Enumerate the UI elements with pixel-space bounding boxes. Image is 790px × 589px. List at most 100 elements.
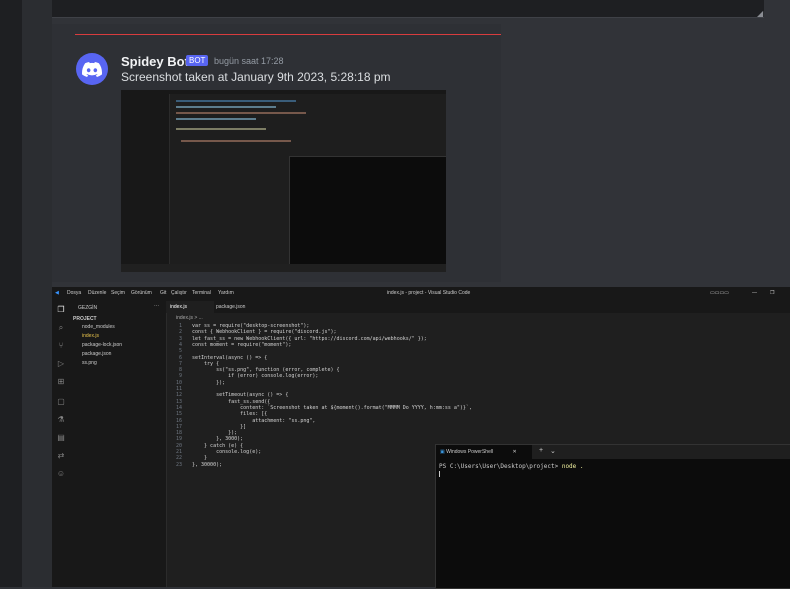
code-line: }); — [192, 379, 226, 386]
title-bar: ◀ Dosya Düzenle Seçim Görünüm Git Çalışt… — [52, 287, 790, 302]
code-line: var ss = require("desktop-screenshot"); — [192, 323, 310, 329]
terminal-tab-title: Windows PowerShell — [446, 449, 494, 455]
prompt-text: PS C:\Users\User\Desktop\project> — [439, 463, 562, 470]
maximize-icon[interactable]: ❐ — [770, 290, 774, 296]
menu-go[interactable]: Git — [160, 290, 166, 296]
code-line: let fast_ss = new WebhookClient({ url: "… — [192, 335, 427, 342]
tab-index-js[interactable]: index.js — [166, 301, 214, 313]
tab-package-json[interactable]: package.json — [212, 301, 264, 313]
line-number: 21 — [175, 449, 182, 455]
line-number: 10 — [175, 379, 182, 386]
testing-icon[interactable]: ⚗ — [56, 415, 66, 425]
bot-badge: BOT — [186, 55, 209, 66]
code-line: const { WebhookClient } = require("disco… — [192, 329, 337, 336]
username[interactable]: Spidey Bot — [121, 54, 189, 69]
line-number: 8 — [178, 367, 182, 374]
command-text: node . — [561, 463, 584, 470]
dropdown-icon[interactable]: ⌄ — [550, 447, 556, 455]
new-tab-icon[interactable]: + — [539, 447, 543, 454]
code-line: console.log(e); — [192, 449, 262, 455]
line-number: 16 — [175, 417, 182, 424]
search-icon[interactable]: ⌕ — [56, 323, 66, 333]
menu-selection[interactable]: Seçim — [111, 290, 125, 296]
file-node-modules[interactable]: node_modules — [82, 324, 115, 330]
new-messages-divider — [75, 34, 501, 35]
menu-help[interactable]: Yardım — [218, 290, 234, 296]
extensions-icon[interactable]: ⊞ — [56, 377, 66, 387]
terminal-tab-bar: ▣ Windows PowerShell ✕ + ⌄ — [436, 445, 790, 459]
menu-edit[interactable]: Düzenle — [88, 290, 106, 296]
editor-tabs: index.js package.json — [166, 301, 790, 313]
minimize-icon[interactable]: — — [752, 290, 757, 296]
line-number: 7 — [178, 360, 182, 367]
file-ss-png[interactable]: ss.png — [82, 360, 97, 366]
terminal-tab[interactable]: ▣ Windows PowerShell ✕ — [436, 445, 532, 459]
powershell-icon: ▣ — [440, 449, 445, 455]
message-text: Screenshot taken at January 9th 2023, 5:… — [121, 70, 391, 84]
line-number: 12 — [175, 392, 182, 399]
source-control-icon[interactable]: ⑂ — [56, 341, 66, 351]
run-debug-icon[interactable]: ▷ — [56, 359, 66, 369]
code-line: try { — [192, 360, 220, 367]
file-index-js[interactable]: index.js — [82, 333, 99, 339]
project-folder[interactable]: PROJECT — [73, 316, 97, 322]
line-number: 23 — [175, 461, 182, 468]
share-icon[interactable]: ⇄ — [56, 451, 66, 461]
menu-view[interactable]: Görünüm — [131, 290, 152, 296]
code-line: ss("ss.png", function (error, complete) … — [192, 367, 340, 374]
docker-icon[interactable]: ▤ — [56, 433, 66, 443]
line-number: 9 — [178, 373, 182, 380]
line-number: 11 — [175, 386, 182, 392]
code-line: }] — [192, 423, 247, 430]
channel-sidebar-edge — [22, 0, 52, 587]
menu-file[interactable]: Dosya — [67, 290, 81, 296]
copilot-icon[interactable]: ☺ — [56, 469, 66, 479]
line-number: 19 — [175, 436, 182, 443]
breadcrumb[interactable]: index.js > ... — [176, 315, 203, 321]
remote-icon[interactable]: ▢ — [56, 397, 66, 407]
line-number: 13 — [175, 398, 182, 405]
line-number: 3 — [178, 335, 182, 342]
line-number: 1 — [178, 323, 182, 329]
terminal-cursor — [439, 471, 440, 477]
line-number: 6 — [178, 354, 182, 361]
explorer-title: GEZGİN — [78, 305, 98, 311]
explorer-icon[interactable]: ❐ — [56, 305, 66, 315]
screenshot-attachment[interactable] — [121, 90, 446, 272]
code-line: } — [192, 455, 208, 462]
line-number: 22 — [175, 455, 182, 462]
line-number: 15 — [175, 411, 182, 418]
menu-terminal[interactable]: Terminal — [192, 290, 211, 296]
file-package-lock[interactable]: package-lock.json — [82, 342, 122, 348]
line-number: 5 — [178, 348, 182, 355]
code-line: }); — [192, 430, 238, 437]
message-timestamp: bugün saat 17:28 — [214, 56, 284, 66]
code-line: const moment = require("moment"); — [192, 341, 292, 348]
code-line: fast_ss.send({ — [192, 398, 271, 405]
vscode-logo-icon: ◀ — [55, 290, 59, 296]
code-line: files: [{ — [192, 411, 268, 418]
terminal-prompt: PS C:\Users\User\Desktop\project> node . — [439, 463, 584, 470]
code-line: }, 30000); — [192, 461, 223, 468]
code-line: }, 3000); — [192, 436, 244, 443]
code-line: content: `Screenshot taken at ${moment()… — [192, 404, 472, 411]
discord-logo-icon — [82, 61, 102, 77]
file-package-json[interactable]: package.json — [82, 351, 111, 357]
menu-run[interactable]: Çalıştır — [171, 290, 187, 296]
line-number: 4 — [178, 341, 182, 348]
line-number: 2 — [178, 329, 182, 336]
line-number: 14 — [175, 404, 182, 411]
resize-grip-icon[interactable]: ◢ — [757, 9, 763, 18]
bot-avatar[interactable] — [76, 53, 108, 85]
powershell-window[interactable]: ▣ Windows PowerShell ✕ + ⌄ PS C:\Users\U… — [435, 444, 790, 589]
code-line: setInterval(async () => { — [192, 354, 268, 361]
line-number: 17 — [175, 423, 182, 430]
layout-icons[interactable]: ▭▭▭▭ — [710, 290, 729, 296]
previous-embed — [52, 0, 764, 18]
code-line: } catch (e) { — [192, 442, 244, 449]
code-line: if (error) console.log(error); — [192, 373, 319, 380]
close-tab-icon[interactable]: ✕ — [512, 449, 516, 455]
server-sidebar — [0, 0, 22, 587]
explorer-sidebar: GEZGİN ··· PROJECT node_modules index.js… — [70, 301, 167, 587]
more-actions-icon[interactable]: ··· — [154, 303, 159, 309]
